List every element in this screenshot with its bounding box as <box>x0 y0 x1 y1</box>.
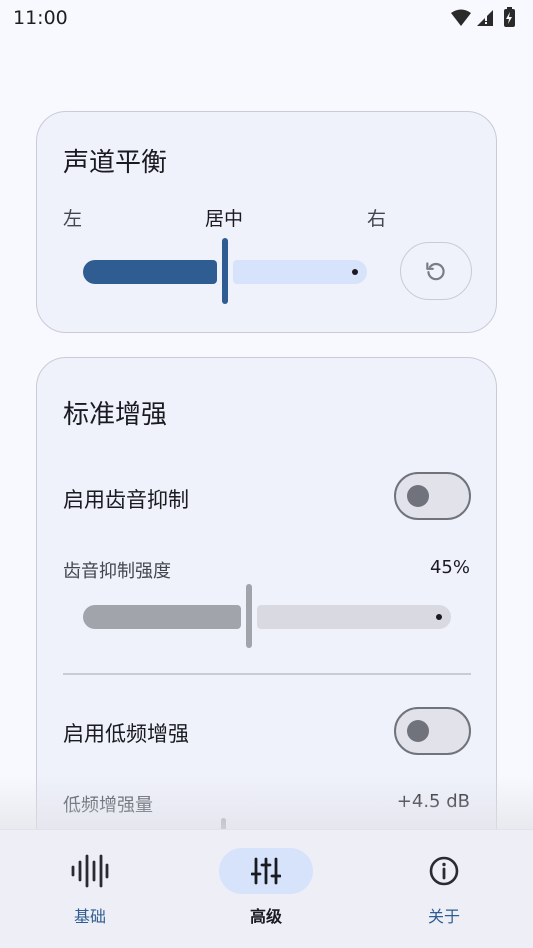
signal-icon <box>477 10 493 26</box>
info-icon <box>429 856 459 886</box>
deesser-toggle-label: 启用齿音抑制 <box>63 488 189 512</box>
deesser-switch-knob <box>407 485 429 507</box>
equalizer-sliders-icon <box>251 857 281 885</box>
balance-slider[interactable] <box>83 238 367 306</box>
balance-slider-active-track <box>83 260 217 284</box>
status-time: 11:00 <box>13 7 68 29</box>
deesser-slider-active-track <box>83 605 241 629</box>
enhance-title: 标准增强 <box>63 400 168 430</box>
section-divider <box>63 673 471 675</box>
status-icons <box>451 7 515 27</box>
deesser-slider-inactive-track <box>257 605 451 629</box>
nav-label-advanced: 高级 <box>249 907 282 926</box>
waveform-icon <box>71 854 109 888</box>
deesser-strength-value: 45% <box>429 557 470 578</box>
nav-label-basic: 基础 <box>73 907 106 926</box>
deesser-slider-thumb[interactable] <box>246 584 252 648</box>
deesser-strength-label: 齿音抑制强度 <box>63 561 171 582</box>
balance-left-label: 左 <box>63 208 83 230</box>
nav-item-basic[interactable]: 基础 <box>20 830 160 948</box>
bass-amount-value: +4.5 dB <box>396 791 470 812</box>
balance-center-label: 居中 <box>205 208 244 230</box>
balance-slider-thumb[interactable] <box>222 238 228 304</box>
bottom-navigation: 基础 高级 关于 <box>0 829 533 948</box>
balance-right-label: 右 <box>367 208 387 230</box>
nav-item-about[interactable]: 关于 <box>374 830 514 948</box>
bass-switch[interactable] <box>394 707 471 755</box>
nav-item-advanced[interactable]: 高级 <box>196 830 336 948</box>
bass-switch-knob <box>407 720 429 742</box>
deesser-strength-slider[interactable] <box>83 584 451 650</box>
bass-amount-label: 低频增强量 <box>63 795 153 816</box>
balance-slider-stop-indicator <box>352 269 358 275</box>
balance-slider-inactive-track <box>233 260 367 284</box>
nav-icon-container <box>43 848 137 894</box>
nav-label-about: 关于 <box>427 907 460 926</box>
status-bar: 11:00 <box>0 0 533 38</box>
nav-icon-container <box>219 848 313 894</box>
channel-balance-card: 声道平衡 左 居中 右 <box>36 111 497 333</box>
deesser-slider-stop-indicator <box>436 614 442 620</box>
balance-title: 声道平衡 <box>63 148 168 178</box>
balance-reset-button[interactable] <box>400 242 472 300</box>
nav-icon-container <box>397 848 491 894</box>
bass-toggle-label: 启用低频增强 <box>63 722 189 746</box>
deesser-switch[interactable] <box>394 472 471 520</box>
battery-charging-icon <box>504 7 515 27</box>
reset-icon <box>426 262 445 281</box>
wifi-icon <box>451 9 471 26</box>
